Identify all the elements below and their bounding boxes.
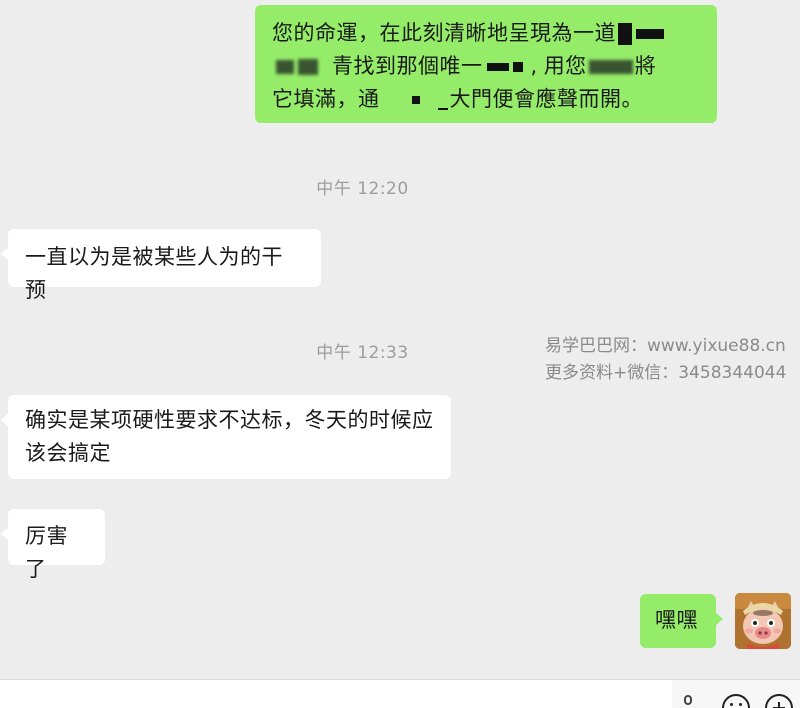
message-bubble-incoming[interactable]: 厉害了 xyxy=(1,509,105,581)
bubble-tail xyxy=(1,527,9,541)
bubble-tail xyxy=(715,612,723,626)
message-line: 该会搞定 xyxy=(25,441,111,465)
message-bubble-incoming[interactable]: 确实是某项硬性要求不达标，冬天的时候应 该会搞定 xyxy=(1,395,451,479)
message-line: 您的命運，在此刻清晰地呈現為一道 xyxy=(272,17,700,50)
voice-icon[interactable] xyxy=(684,695,692,705)
redaction-block xyxy=(618,23,632,45)
message-text: 嘿嘿 xyxy=(655,608,698,632)
redaction-block xyxy=(298,59,318,75)
bubble-tail xyxy=(1,413,9,427)
input-bar xyxy=(0,679,800,708)
message-bubble-outgoing[interactable]: 嘿嘿 xyxy=(640,594,723,648)
redaction-block xyxy=(636,29,664,39)
avatar[interactable] xyxy=(735,593,791,649)
redaction-block xyxy=(437,108,448,110)
redaction-block xyxy=(411,96,420,104)
redaction-block xyxy=(588,60,633,74)
message-bubble-outgoing[interactable]: 您的命運，在此刻清晰地呈現為一道 青找到那個唯一, 用您將 它填滿，通 大門便會應聲… xyxy=(255,5,717,123)
timestamp: 中午 12:20 xyxy=(316,179,409,199)
message-input[interactable] xyxy=(0,680,672,708)
redaction-block xyxy=(512,62,523,72)
message-text: 厉害了 xyxy=(25,524,68,581)
message-line: 确实是某项硬性要求不达标，冬天的时候应 xyxy=(25,408,434,432)
message-text: 一直以为是被某些人为的干预 xyxy=(25,245,283,302)
message-line: 青找到那個唯一, 用您將 xyxy=(272,50,700,83)
timestamp: 中午 12:33 xyxy=(316,343,409,363)
avatar-image xyxy=(735,593,791,649)
message-line: 它填滿，通 大門便會應聲而開。 xyxy=(272,87,643,111)
bubble-tail xyxy=(1,247,9,261)
message-bubble-incoming[interactable]: 一直以为是被某些人为的干预 xyxy=(1,229,321,302)
redaction-block xyxy=(276,60,294,74)
redaction-block xyxy=(486,63,509,71)
